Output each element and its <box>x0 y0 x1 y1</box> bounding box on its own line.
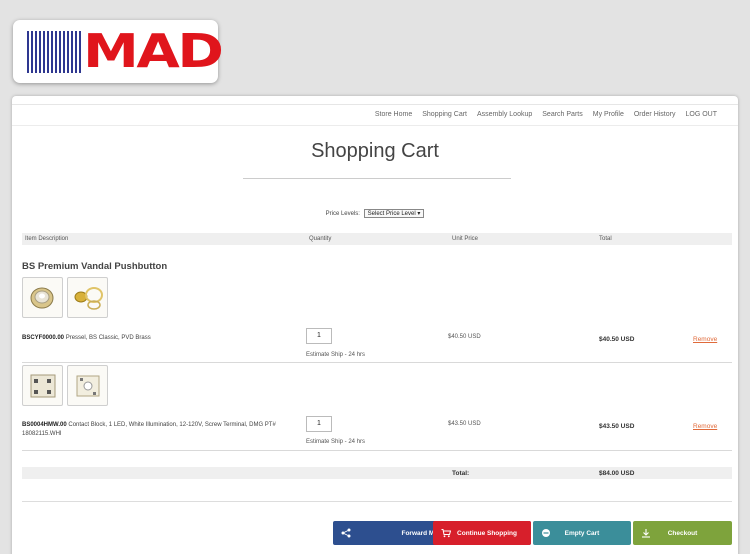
header-quantity: Quantity <box>309 236 332 242</box>
product-thumbnail[interactable] <box>67 365 108 406</box>
item-description-text: Pressel, BS Classic, PVD Brass <box>65 335 151 341</box>
continue-shopping-label: Continue Shopping <box>457 529 517 537</box>
total-label: Total: <box>452 470 470 477</box>
checkout-button[interactable]: Checkout <box>633 521 732 545</box>
nav-my-profile[interactable]: My Profile <box>588 111 629 118</box>
item-description: BS0004HMW.00 Contact Block, 1 LED, White… <box>22 421 300 439</box>
nav-log-out[interactable]: LOG OUT <box>680 111 722 118</box>
table-header: Item Description Quantity Unit Price Tot… <box>22 233 732 245</box>
price-level-select-value: Select Price Level <box>367 211 416 217</box>
row-divider <box>22 362 732 363</box>
empty-cart-button[interactable]: Empty Cart <box>533 521 631 545</box>
divider <box>12 125 738 126</box>
nav-shopping-cart[interactable]: Shopping Cart <box>417 111 472 118</box>
item-sku: BSCYF0000.00 <box>22 335 65 341</box>
price-level-select[interactable]: Select Price Level ▾ <box>363 209 425 218</box>
product-thumbnail[interactable] <box>67 277 108 318</box>
header-unit-price: Unit Price <box>452 236 479 242</box>
top-nav: Store Home Shopping Cart Assembly Lookup… <box>370 111 722 118</box>
price-levels-label: Price Levels: <box>325 211 360 217</box>
product-name: BS Premium Vandal Pushbutton <box>22 261 168 272</box>
remove-link[interactable]: Remove <box>693 423 717 430</box>
contact-block-image <box>30 374 56 398</box>
row-divider <box>22 450 732 451</box>
quantity-input[interactable]: 1 <box>306 416 332 432</box>
estimate-ship: Estimate Ship - 24 hrs <box>306 352 366 358</box>
item-sku: BS0004HMW.00 <box>22 422 67 428</box>
estimate-ship: Estimate Ship - 24 hrs <box>306 439 366 445</box>
quantity-input[interactable]: 1 <box>306 328 332 344</box>
line-total: $40.50 USD <box>599 336 635 343</box>
logo-barcode-mark <box>27 31 81 73</box>
minus-circle-icon <box>542 529 550 537</box>
product-thumbnail[interactable] <box>22 365 63 406</box>
cart-total-row: Total: $84.00 USD <box>22 467 732 479</box>
header-total: Total <box>599 236 612 242</box>
logo[interactable]: MAD <box>13 20 224 83</box>
unit-price: $40.50 USD <box>448 334 481 340</box>
download-icon <box>642 529 650 538</box>
logo-text: MAD <box>83 24 224 78</box>
unit-price: $43.50 USD <box>448 421 481 427</box>
price-levels: Price Levels: Select Price Level ▾ <box>12 209 738 218</box>
pushbutton-image <box>30 287 54 309</box>
product-thumbnail[interactable] <box>22 277 63 318</box>
page-title: Shopping Cart <box>311 140 439 162</box>
share-icon <box>341 528 351 538</box>
nav-assembly-lookup[interactable]: Assembly Lookup <box>472 111 537 118</box>
remove-link[interactable]: Remove <box>693 336 717 343</box>
contact-block-image <box>76 375 100 397</box>
empty-cart-label: Empty Cart <box>564 529 600 537</box>
nav-store-home[interactable]: Store Home <box>370 111 417 118</box>
line-total: $43.50 USD <box>599 423 635 430</box>
header-item-description: Item Description <box>25 236 69 242</box>
continue-shopping-button[interactable]: Continue Shopping <box>433 521 531 545</box>
checkout-label: Checkout <box>667 529 698 537</box>
item-description: BSCYF0000.00 Pressel, BS Classic, PVD Br… <box>22 334 292 343</box>
nav-search-parts[interactable]: Search Parts <box>537 111 587 118</box>
parts-image <box>74 287 103 310</box>
divider <box>12 104 738 105</box>
cart-panel: Store Home Shopping Cart Assembly Lookup… <box>12 96 738 554</box>
divider <box>243 178 511 179</box>
divider <box>22 501 732 502</box>
cart-icon <box>441 529 451 538</box>
nav-order-history[interactable]: Order History <box>629 111 681 118</box>
total-value: $84.00 USD <box>599 470 635 477</box>
